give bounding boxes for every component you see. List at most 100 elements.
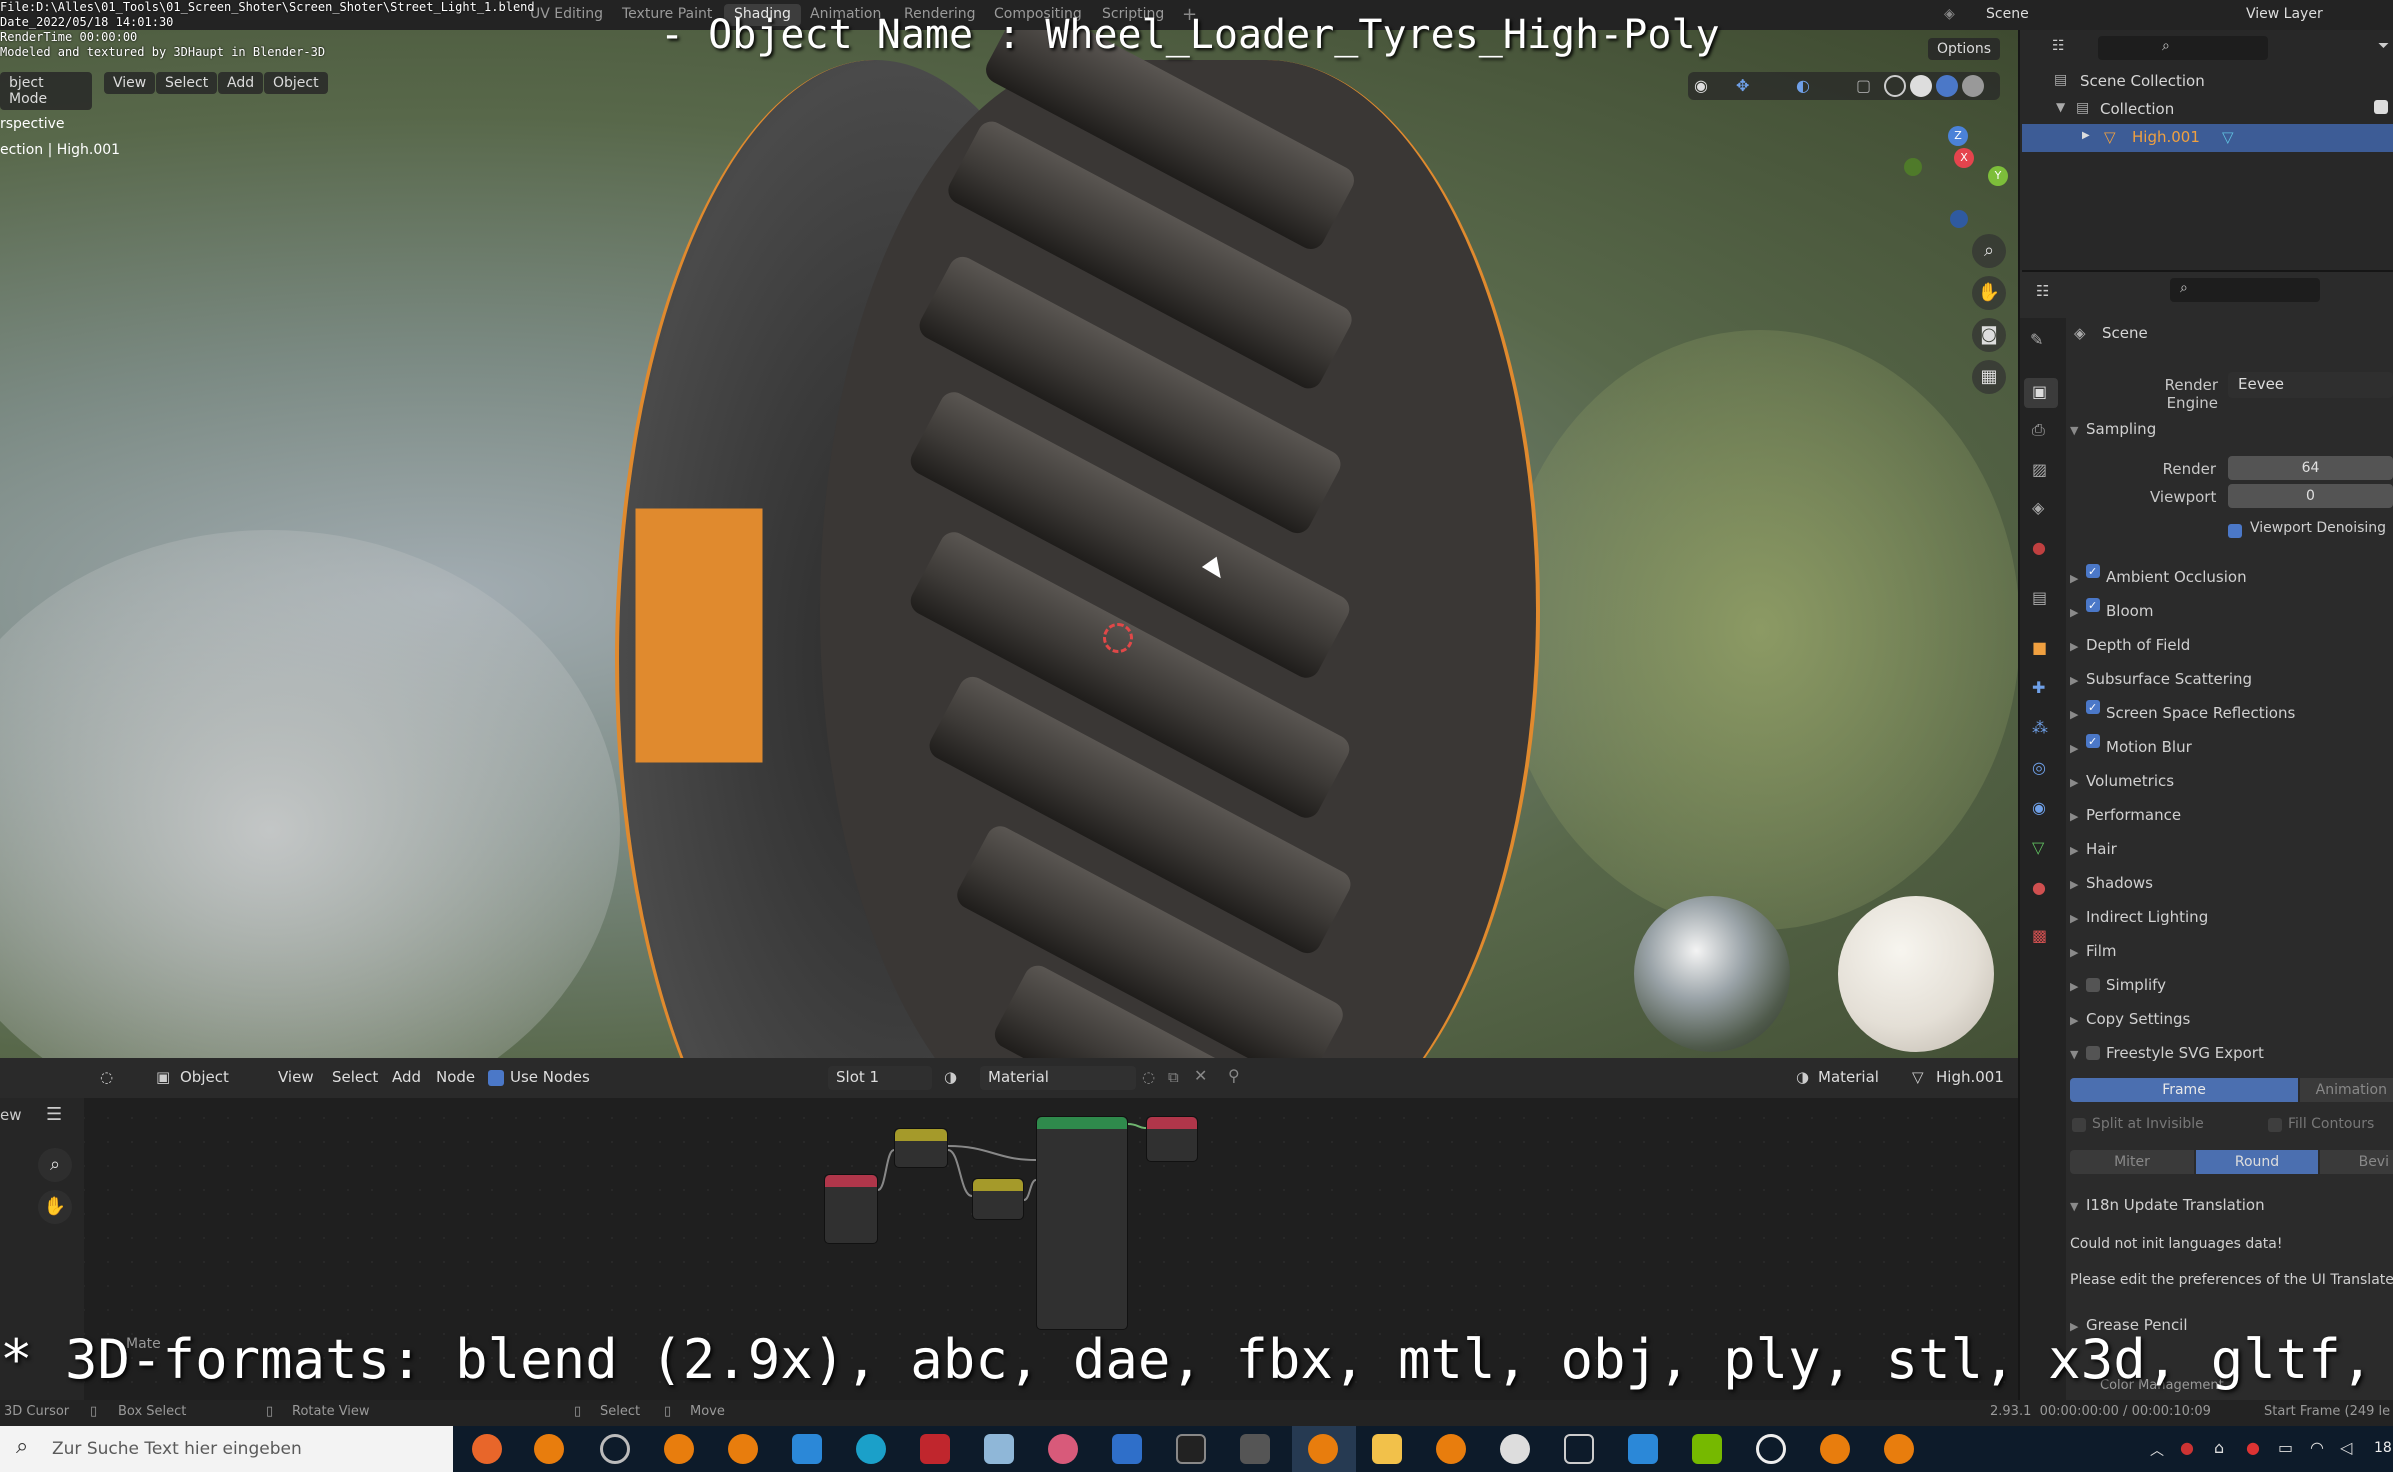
world-tab-icon[interactable]: ●: [2032, 538, 2046, 557]
render-samples-field[interactable]: 64: [2228, 456, 2393, 480]
expand-arrow-icon[interactable]: ▶: [2070, 836, 2086, 866]
expand-arrow-icon[interactable]: ▶: [2070, 666, 2086, 696]
outliner-scene-collection[interactable]: Scene Collection: [2080, 72, 2205, 90]
taskbar-search-input[interactable]: Zur Suche Text hier eingeben: [0, 1426, 453, 1472]
paint-icon[interactable]: [1048, 1434, 1078, 1464]
viewport-samples-field[interactable]: 0: [2228, 484, 2393, 508]
blender-icon[interactable]: [1820, 1434, 1850, 1464]
collection-exclude-checkbox[interactable]: [2374, 100, 2388, 114]
sampling-panel-header[interactable]: ▼ Sampling: [2070, 414, 2156, 444]
view-layer-tab-icon[interactable]: ▨: [2032, 460, 2047, 479]
settings-gear-icon[interactable]: [1756, 1434, 1786, 1464]
panel-enable-checkbox[interactable]: [2086, 734, 2100, 748]
panel-enable-checkbox[interactable]: [2086, 700, 2100, 714]
panel-header-copy-settings[interactable]: ▶ Copy Settings: [2070, 1004, 2190, 1034]
app-blue-icon[interactable]: [1112, 1434, 1142, 1464]
3d-viewer-icon[interactable]: [1564, 1434, 1594, 1464]
collection-expand-icon[interactable]: ▼: [2056, 100, 2065, 114]
expand-arrow-icon[interactable]: ▶: [2070, 802, 2086, 832]
scene-tab-icon[interactable]: ◈: [2032, 498, 2044, 517]
panel-header-performance[interactable]: ▶ Performance: [2070, 800, 2181, 830]
nvidia-icon[interactable]: [1692, 1434, 1722, 1464]
panda-icon[interactable]: [1500, 1434, 1530, 1464]
freestyle-animation-tab[interactable]: Animation: [2300, 1078, 2393, 1102]
panel-enable-checkbox[interactable]: [2086, 1046, 2100, 1060]
expand-arrow-icon[interactable]: ▶: [2070, 734, 2086, 764]
view-layer-selector[interactable]: View Layer: [2246, 6, 2323, 22]
panel-header-motion-blur[interactable]: ▶ Motion Blur: [2070, 732, 2192, 762]
modifier-tab-icon[interactable]: ✚: [2032, 678, 2045, 697]
material-tab-icon[interactable]: ●: [2032, 878, 2046, 897]
blender-icon[interactable]: [1884, 1434, 1914, 1464]
particles-tab-icon[interactable]: ⁂: [2032, 718, 2048, 737]
app-red-icon[interactable]: [920, 1434, 950, 1464]
tray-network-icon[interactable]: ⌂: [2214, 1438, 2224, 1457]
physics-tab-icon[interactable]: ◎: [2032, 758, 2046, 777]
render-engine-dropdown[interactable]: Eevee: [2228, 372, 2393, 398]
panel-header-screen-space-reflections[interactable]: ▶ Screen Space Reflections: [2070, 698, 2295, 728]
expand-arrow-icon[interactable]: ▶: [2070, 1006, 2086, 1036]
mail-icon[interactable]: [792, 1434, 822, 1464]
firefox-icon[interactable]: [472, 1434, 502, 1464]
panel-header-subsurface-scattering[interactable]: ▶ Subsurface Scattering: [2070, 664, 2252, 694]
output-tab-icon[interactable]: ⎙: [2032, 420, 2045, 440]
object-tab-icon[interactable]: ■: [2032, 638, 2047, 657]
terminal-icon[interactable]: [1176, 1434, 1206, 1464]
blender-icon[interactable]: [728, 1434, 758, 1464]
tray-battery-icon[interactable]: ▭: [2278, 1438, 2293, 1457]
blender-icon[interactable]: [664, 1434, 694, 1464]
panel-header-film[interactable]: ▶ Film: [2070, 936, 2116, 966]
expand-arrow-icon[interactable]: ▶: [2070, 564, 2086, 594]
i18n-panel-header[interactable]: ▼ I18n Update Translation: [2070, 1190, 2265, 1220]
panel-enable-checkbox[interactable]: [2086, 564, 2100, 578]
taskbar-clock[interactable]: 18: [2374, 1440, 2392, 1456]
texture-tab-icon[interactable]: ▩: [2032, 926, 2047, 945]
app-dark-icon[interactable]: [1240, 1434, 1270, 1464]
file-explorer-icon[interactable]: [1372, 1434, 1402, 1464]
filter-icon[interactable]: ⏷: [2378, 38, 2389, 54]
panel-header-simplify[interactable]: ▶ Simplify: [2070, 970, 2166, 1000]
outliner-collection[interactable]: Collection: [2100, 100, 2174, 118]
expand-arrow-icon[interactable]: ▶: [2070, 904, 2086, 934]
panel-header-indirect-lighting[interactable]: ▶ Indirect Lighting: [2070, 902, 2208, 932]
outliner-display-mode-icon[interactable]: ☷: [2052, 38, 2065, 54]
viewport-denoising-checkbox[interactable]: [2228, 524, 2242, 538]
constraints-tab-icon[interactable]: ◉: [2032, 798, 2046, 817]
panel-header-shadows[interactable]: ▶ Shadows: [2070, 868, 2153, 898]
collection-tab-icon[interactable]: ▤: [2032, 588, 2047, 607]
expand-arrow-icon[interactable]: ▶: [2070, 632, 2086, 662]
panel-header-bloom[interactable]: ▶ Bloom: [2070, 596, 2153, 626]
panel-header-depth-of-field[interactable]: ▶ Depth of Field: [2070, 630, 2190, 660]
blender-icon[interactable]: [1308, 1434, 1338, 1464]
expand-arrow-icon[interactable]: ▼: [2070, 1040, 2086, 1070]
object-expand-icon[interactable]: ▶: [2082, 130, 2090, 141]
tray-alert-icon[interactable]: ●: [2246, 1438, 2260, 1457]
panel-header-freestyle-svg-export[interactable]: ▼ Freestyle SVG Export: [2070, 1038, 2264, 1068]
tray-app-icon[interactable]: ●: [2180, 1438, 2194, 1457]
bevel-button[interactable]: Bevi: [2320, 1150, 2393, 1174]
outliner-selected-row[interactable]: [2022, 124, 2393, 152]
expand-arrow-icon[interactable]: ▶: [2070, 768, 2086, 798]
split-invisible-checkbox[interactable]: [2072, 1118, 2086, 1132]
expand-arrow-icon[interactable]: ▶: [2070, 700, 2086, 730]
round-button[interactable]: Round: [2196, 1150, 2318, 1174]
panel-enable-checkbox[interactable]: [2086, 978, 2100, 992]
tray-chevron-icon[interactable]: ︿: [2150, 1440, 2164, 1460]
panel-header-hair[interactable]: ▶ Hair: [2070, 834, 2117, 864]
data-tab-icon[interactable]: ▽: [2032, 838, 2044, 857]
expand-arrow-icon[interactable]: ▶: [2070, 598, 2086, 628]
tool-tab-icon[interactable]: ✎: [2030, 330, 2043, 349]
miter-button[interactable]: Miter: [2070, 1150, 2194, 1174]
expand-arrow-icon[interactable]: ▶: [2070, 938, 2086, 968]
tray-volume-icon[interactable]: ◁: [2340, 1438, 2352, 1457]
outliner-search-input[interactable]: [2098, 36, 2268, 60]
panel-header-ambient-occlusion[interactable]: ▶ Ambient Occlusion: [2070, 562, 2247, 592]
edge-icon[interactable]: [856, 1434, 886, 1464]
blender-icon[interactable]: [1436, 1434, 1466, 1464]
freestyle-frame-tab[interactable]: Frame: [2070, 1078, 2298, 1102]
expand-arrow-icon[interactable]: ▶: [2070, 870, 2086, 900]
notes-icon[interactable]: [984, 1434, 1014, 1464]
render-tab-icon[interactable]: ▣: [2032, 382, 2047, 401]
tray-wifi-icon[interactable]: ◠: [2310, 1438, 2324, 1457]
calendar-icon[interactable]: [1628, 1434, 1658, 1464]
